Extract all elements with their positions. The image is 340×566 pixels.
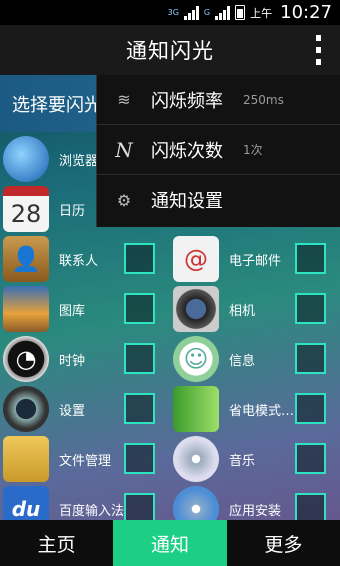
tab-notify[interactable]: 通知 (113, 520, 227, 566)
camera-icon (173, 286, 219, 332)
app-label: 信息 (229, 353, 256, 369)
menu-item-blink-count[interactable]: N 闪烁次数 1次 (97, 125, 340, 175)
app-label: 时钟 (59, 353, 86, 369)
contacts-icon: 👤 (3, 236, 49, 282)
app-item[interactable]: 文件管理 (3, 434, 111, 484)
app-label: 相机 (229, 303, 256, 319)
wave-icon: ≋ (117, 90, 131, 109)
app-label: 百度输入法 (59, 503, 125, 519)
menu-item-blink-frequency[interactable]: ≋ 闪烁频率 250ms (97, 75, 340, 125)
app-label: 应用安装 (229, 503, 282, 519)
app-item[interactable]: 👤 联系人 (3, 234, 98, 284)
app-label: 图库 (59, 303, 86, 319)
app-label: 文件管理 (59, 453, 112, 469)
calendar-icon: 28 (3, 186, 49, 232)
app-label: 电子邮件 (229, 253, 282, 269)
folder-icon (3, 436, 49, 482)
tab-label: 通知 (150, 533, 189, 556)
app-item[interactable]: 28 日历 (3, 184, 85, 234)
select-header-text: 选择要闪光 (12, 94, 102, 116)
network-type-g: G (203, 7, 211, 17)
app-item[interactable]: 浏览器 (3, 134, 98, 184)
letter-n-icon: N (115, 137, 133, 162)
signal-strength-icon (183, 5, 199, 20)
action-bar: 通知闪光 (0, 25, 340, 75)
bottom-nav: 主页 通知 更多 (0, 520, 340, 566)
app-row: 文件管理 音乐 (0, 434, 340, 484)
tab-label: 主页 (37, 533, 76, 556)
app-row: ◔ 时钟 ☺ 信息 (0, 334, 340, 384)
email-icon: @ (173, 236, 219, 282)
signal-strength-icon-2 (215, 5, 231, 20)
battery-saver-icon (173, 386, 219, 432)
menu-item-label: 闪烁频率 (151, 90, 223, 112)
time-ampm: 上午 (250, 6, 273, 20)
app-label: 浏览器 (59, 153, 99, 169)
app-item[interactable]: 省电模式… (173, 384, 294, 434)
app-item[interactable]: @ 电子邮件 (173, 234, 281, 284)
app-label: 联系人 (59, 253, 99, 269)
app-row: 图库 相机 (0, 284, 340, 334)
overflow-dropdown-menu: ≋ 闪烁频率 250ms N 闪烁次数 1次 ⚙ 通知设置 (96, 75, 340, 227)
status-bar: 3G G 上午 10:27 (0, 0, 340, 25)
app-item[interactable]: 音乐 (173, 434, 255, 484)
app-label: 设置 (59, 403, 86, 419)
network-type: 3G (167, 7, 179, 17)
notify-checkbox[interactable] (124, 293, 155, 324)
gallery-icon (3, 286, 49, 332)
clock-icon: ◔ (3, 336, 49, 382)
music-icon (173, 436, 219, 482)
message-icon: ☺ (173, 336, 219, 382)
app-label: 省电模式… (229, 403, 295, 419)
notify-checkbox[interactable] (295, 293, 326, 324)
app-label: 音乐 (229, 453, 256, 469)
menu-item-label: 闪烁次数 (151, 140, 223, 162)
gear-icon: ⚙ (116, 190, 132, 210)
app-row: 设置 省电模式… (0, 384, 340, 434)
clock-time: 10:27 (280, 2, 332, 23)
menu-item-label: 通知设置 (151, 191, 223, 212)
overflow-menu-icon[interactable] (312, 35, 324, 65)
notify-checkbox[interactable] (295, 443, 326, 474)
notify-checkbox[interactable] (124, 393, 155, 424)
notify-checkbox[interactable] (295, 243, 326, 274)
tab-home[interactable]: 主页 (0, 520, 113, 566)
menu-item-value: 1次 (243, 143, 263, 157)
globe-icon (3, 136, 49, 182)
settings-icon (3, 386, 49, 432)
battery-icon (235, 5, 246, 20)
menu-item-notification-settings[interactable]: ⚙ 通知设置 (97, 175, 340, 225)
notify-checkbox[interactable] (124, 343, 155, 374)
tab-more[interactable]: 更多 (227, 520, 340, 566)
page-title: 通知闪光 (126, 39, 214, 63)
notify-checkbox[interactable] (124, 443, 155, 474)
app-item[interactable]: 图库 (3, 284, 85, 334)
app-item[interactable]: 相机 (173, 284, 255, 334)
notify-checkbox[interactable] (295, 343, 326, 374)
app-label: 日历 (59, 203, 86, 219)
menu-item-value: 250ms (243, 92, 284, 107)
notify-checkbox[interactable] (124, 243, 155, 274)
notify-checkbox[interactable] (295, 393, 326, 424)
app-item[interactable]: ☺ 信息 (173, 334, 255, 384)
tab-label: 更多 (264, 533, 303, 556)
app-item[interactable]: 设置 (3, 384, 85, 434)
app-row: 👤 联系人 @ 电子邮件 (0, 234, 340, 284)
app-item[interactable]: ◔ 时钟 (3, 334, 85, 384)
